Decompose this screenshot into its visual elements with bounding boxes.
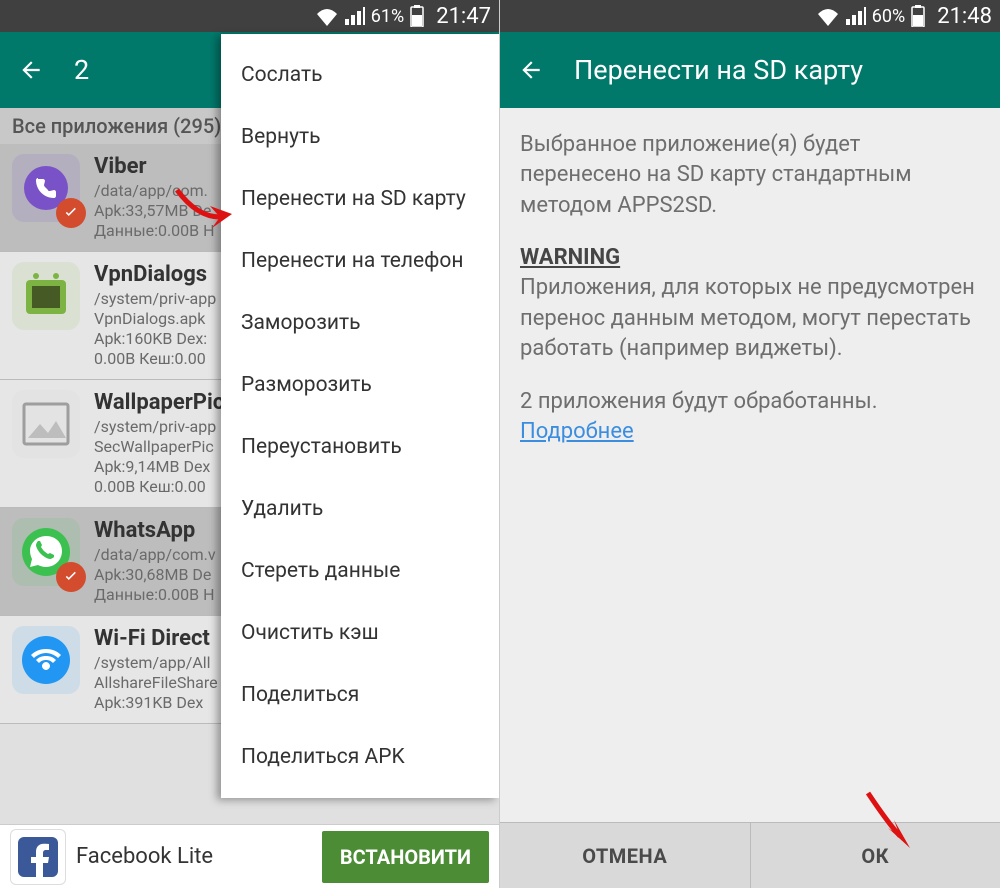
menu-item[interactable]: Поделиться (221, 664, 499, 726)
screen-right: 60% 21:48 Перенести на SD карту Выбранно… (500, 0, 1000, 888)
context-menu: СослатьВернутьПеренести на SD картуПерен… (221, 34, 499, 798)
battery-percent: 61% (371, 6, 404, 27)
dialog-paragraph: 2 приложения будут обработанны. Подробне… (520, 387, 980, 448)
facebook-icon (10, 829, 66, 885)
appbar-title: 2 (74, 54, 89, 86)
screen-left: 61% 21:47 2 Все приложения (295) Viber /… (0, 0, 500, 888)
menu-item[interactable]: Вернуть (221, 106, 499, 168)
appbar-title: Перенести на SD карту (574, 54, 863, 86)
back-icon[interactable] (518, 57, 544, 83)
dialog-warning: WARNING Приложения, для которых не преду… (520, 243, 980, 364)
dialog-buttons: ОТМЕНА ОК (500, 822, 1000, 888)
wifi-icon (816, 6, 840, 26)
check-badge-icon (56, 198, 86, 228)
app-bar: Перенести на SD карту (500, 32, 1000, 108)
status-time: 21:47 (436, 4, 491, 29)
signal-icon (345, 7, 365, 25)
app-icon-wrap (12, 262, 82, 332)
menu-item[interactable]: Перенести на телефон (221, 230, 499, 292)
menu-item[interactable]: Переустановить (221, 416, 499, 478)
menu-item[interactable]: Перенести на SD карту (221, 168, 499, 230)
ok-button[interactable]: ОК (750, 823, 1000, 888)
app-icon-wrap (12, 626, 82, 696)
install-button[interactable]: ВСТАНОВИТИ (322, 831, 489, 883)
back-icon[interactable] (18, 57, 44, 83)
status-bar: 61% 21:47 (0, 0, 499, 32)
menu-item[interactable]: Заморозить (221, 292, 499, 354)
app-icon-wrap (12, 390, 82, 460)
warning-text: Приложения, для которых не предусмотрен … (520, 275, 975, 361)
battery-percent: 60% (872, 6, 905, 27)
ad-bar: Facebook Lite ВСТАНОВИТИ (0, 824, 499, 888)
dialog-body: Выбранное приложение(я) будет перенесено… (500, 108, 1000, 822)
menu-item[interactable]: Разморозить (221, 354, 499, 416)
menu-item[interactable]: Очистить кэш (221, 602, 499, 664)
cancel-button[interactable]: ОТМЕНА (500, 823, 750, 888)
status-icons: 60% (816, 5, 925, 27)
app-icon (12, 262, 80, 330)
menu-item[interactable]: Удалить (221, 478, 499, 540)
battery-icon (911, 5, 925, 27)
dialog-paragraph: Выбранное приложение(я) будет перенесено… (520, 130, 980, 221)
menu-item[interactable]: Стереть данные (221, 540, 499, 602)
ad-text: Facebook Lite (76, 844, 322, 869)
menu-item[interactable]: Поделиться APK (221, 726, 499, 788)
app-icon (12, 626, 80, 694)
app-icon (12, 390, 80, 458)
battery-icon (410, 5, 424, 27)
app-icon-wrap (12, 154, 82, 224)
wifi-icon (315, 6, 339, 26)
processed-count-text: 2 приложения будут обработанны. (520, 389, 878, 414)
status-icons: 61% (315, 5, 424, 27)
check-badge-icon (56, 562, 86, 592)
status-time: 21:48 (937, 4, 992, 29)
details-link[interactable]: Подробнее (520, 419, 634, 444)
menu-item[interactable]: Сослать (221, 44, 499, 106)
signal-icon (846, 7, 866, 25)
status-bar: 60% 21:48 (500, 0, 1000, 32)
warning-title: WARNING (520, 243, 980, 273)
app-icon-wrap (12, 518, 82, 588)
